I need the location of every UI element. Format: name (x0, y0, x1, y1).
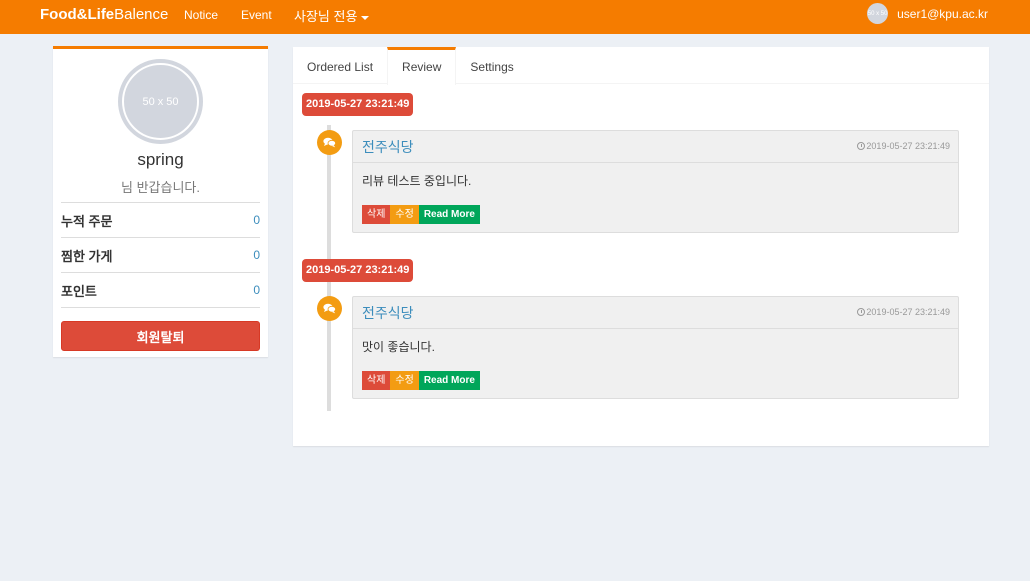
caret-down-icon (361, 15, 370, 20)
stat-value: 0 (253, 283, 260, 297)
tab-bar: Ordered List Review Settings (293, 47, 989, 85)
review-body: 맛이 좋습니다. (362, 340, 435, 354)
stat-list: 누적 주문 0 찜한 가게 0 포인트 0 (61, 202, 260, 308)
review-time: 2019-05-27 23:21:49 (857, 307, 950, 317)
delete-button[interactable]: 삭제 (362, 205, 391, 224)
profile-name: spring (137, 150, 184, 169)
review-header: 전주식당 2019-05-27 23:21:49 (353, 297, 958, 329)
nav-owner-menu[interactable]: 사장님 전용 (294, 6, 370, 25)
stat-label: 누적 주문 (61, 213, 113, 229)
profile-avatar: 50 x 50 (118, 59, 203, 144)
tab-review[interactable]: Review (387, 47, 457, 85)
brand-rest: Balence (114, 6, 169, 23)
nav-event[interactable]: Event (241, 8, 272, 22)
brand-logo[interactable]: Food&LifeBalence (40, 6, 168, 23)
stat-label: 찜한 가게 (61, 248, 113, 264)
read-more-button[interactable]: Read More (418, 371, 480, 390)
read-more-button[interactable]: Read More (418, 205, 480, 224)
stat-value: 0 (253, 213, 260, 227)
stat-row-orders[interactable]: 누적 주문 0 (61, 203, 260, 238)
clock-icon (857, 308, 866, 316)
withdraw-button[interactable]: 회원탈퇴 (61, 321, 260, 351)
profile-greeting: 님 반갑습니다. (121, 180, 200, 195)
stat-row-points[interactable]: 포인트 0 (61, 273, 260, 308)
tab-ordered-list[interactable]: Ordered List (293, 47, 387, 84)
review-store-link[interactable]: 전주식당 (362, 303, 414, 323)
top-navbar: Food&LifeBalence Notice Event 사장님 전용 50 … (0, 0, 1030, 34)
review-body: 리뷰 테스트 중입니다. (362, 174, 472, 188)
clock-icon (857, 142, 866, 150)
profile-card: 50 x 50 spring 님 반갑습니다. 누적 주문 0 찜한 가게 0 … (53, 46, 268, 357)
brand-bold: Food&Life (40, 6, 115, 23)
review-store-link[interactable]: 전주식당 (362, 137, 414, 157)
review-panel: Ordered List Review Settings 2019-05-27 … (293, 47, 989, 446)
tab-settings[interactable]: Settings (456, 47, 527, 84)
comments-icon (317, 296, 342, 321)
profile-avatar-placeholder: 50 x 50 (142, 95, 179, 108)
edit-button[interactable]: 수정 (390, 371, 419, 390)
review-time-text: 2019-05-27 23:21:49 (866, 141, 950, 151)
review-item: 전주식당 2019-05-27 23:21:49 리뷰 테스트 중입니다. 삭제… (352, 130, 959, 233)
user-avatar: 50 x 50 (867, 3, 889, 24)
timeline-date-label: 2019-05-27 23:21:49 (302, 93, 414, 116)
review-actions: 삭제 수정 Read More (353, 371, 958, 390)
review-header: 전주식당 2019-05-27 23:21:49 (353, 131, 958, 163)
comments-icon (317, 130, 342, 155)
user-menu[interactable]: 50 x 50 user1@kpu.ac.kr (867, 3, 988, 24)
delete-button[interactable]: 삭제 (362, 371, 391, 390)
review-item: 전주식당 2019-05-27 23:21:49 맛이 좋습니다. 삭제 수정 … (352, 296, 959, 399)
review-time-text: 2019-05-27 23:21:49 (866, 307, 950, 317)
timeline-date-label: 2019-05-27 23:21:49 (302, 259, 414, 282)
stat-label: 포인트 (61, 283, 97, 299)
stat-value: 0 (253, 248, 260, 262)
nav-notice[interactable]: Notice (184, 8, 218, 22)
edit-button[interactable]: 수정 (390, 205, 419, 224)
stat-row-favorites[interactable]: 찜한 가게 0 (61, 238, 260, 273)
nav-owner-label: 사장님 전용 (294, 9, 358, 24)
user-email: user1@kpu.ac.kr (897, 6, 988, 21)
user-avatar-placeholder: 50 x 50 (867, 10, 888, 17)
review-time: 2019-05-27 23:21:49 (857, 141, 950, 151)
review-actions: 삭제 수정 Read More (353, 205, 958, 224)
